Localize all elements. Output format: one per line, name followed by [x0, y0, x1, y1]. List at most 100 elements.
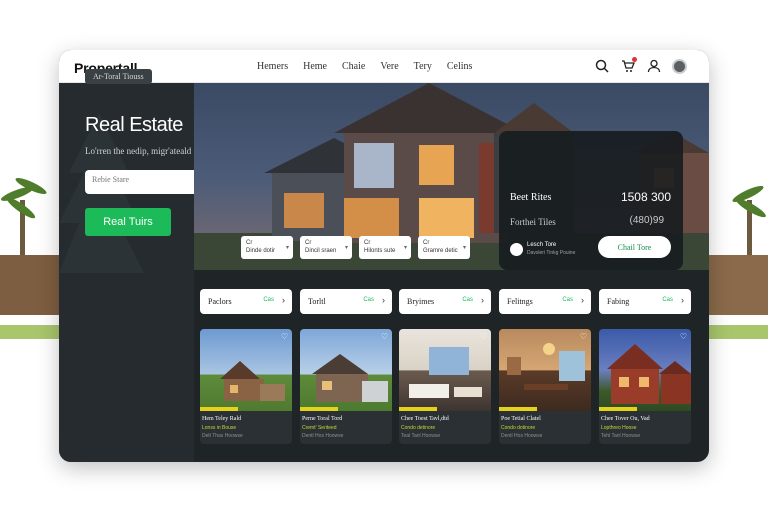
listing-card[interactable]: ♡ Hem Teley Rald Lonss in Bouse Delt Tha… — [200, 329, 292, 444]
category-label: Bryimes — [407, 297, 435, 306]
nav-item[interactable]: Celins — [447, 61, 473, 72]
category-chip[interactable]: Torltl Cas › — [300, 289, 392, 314]
nav-item[interactable]: Chaie — [342, 61, 365, 72]
listing-price: Cremt' Seriteed — [302, 425, 337, 431]
chevron-right-icon: › — [481, 295, 484, 305]
listing-price: Lopthreo Hoose — [601, 425, 637, 431]
listing-photo — [399, 329, 491, 411]
category-sub: Cas — [363, 297, 374, 303]
category-chip[interactable]: Paclors Cas › — [200, 289, 292, 314]
listing-photo — [200, 329, 292, 411]
category-label: Paclors — [208, 297, 232, 306]
listing-price: Condo dotinore — [501, 425, 536, 431]
listing-photo — [300, 329, 392, 411]
hero-pill: Ar-Toral Tiouss — [85, 69, 152, 84]
background-lawn-right — [709, 325, 768, 339]
nav-item[interactable]: Vere — [380, 61, 398, 72]
nav-item[interactable]: Hemers — [257, 61, 288, 72]
filter-chip-label: Cr — [305, 240, 312, 246]
background-lawn-left — [0, 325, 60, 339]
category-sub: Cas — [662, 297, 673, 303]
listing-title: Poe Tetial Clatel — [501, 416, 541, 422]
nav-item[interactable]: Tery — [414, 61, 432, 72]
listing-meta: Teal Tanl Hoowse — [401, 433, 441, 439]
background-house-right — [709, 255, 768, 315]
heart-icon[interactable]: ♡ — [580, 332, 587, 341]
hero-subtitle: Lo'rren the nedip, migr'ateald — [85, 146, 192, 156]
listing-meta: Dentl Hos Hoowse — [302, 433, 344, 439]
hero-title: Real Estate — [85, 114, 183, 136]
agent-info: Lesch Tore Davsleri Tinkg Pouine — [510, 241, 592, 259]
user-icon[interactable] — [646, 58, 662, 74]
filter-chip-label: Cr — [423, 240, 430, 246]
chevron-down-icon: ▾ — [344, 245, 348, 251]
listing-title: Hem Teley Rald — [202, 416, 242, 422]
filter-chip[interactable]: Cr Dincil sraen ▾ — [300, 236, 352, 259]
filter-chip-label: Cr — [364, 240, 371, 246]
listing-title: Perne Toral Tord — [302, 416, 343, 422]
filter-chip-value: Dincil sraen — [305, 248, 337, 254]
chevron-right-icon: › — [581, 295, 584, 305]
category-chip[interactable]: Felitngs Cas › — [499, 289, 591, 314]
chevron-right-icon: › — [282, 295, 285, 305]
category-label: Torltl — [308, 297, 326, 306]
heart-icon[interactable]: ♡ — [381, 332, 388, 341]
stat-label: Forthei Tiles — [510, 217, 556, 227]
highlight-bar — [599, 407, 637, 411]
top-navbar: Propertall Hemers Heme Chaie Vere Tery C… — [59, 50, 709, 83]
listing-photo — [499, 329, 591, 411]
filter-chip-value: Hilonts sute — [364, 248, 396, 254]
category-label: Fabing — [607, 297, 630, 306]
filter-chip[interactable]: Cr Gramre detic ▾ — [418, 236, 470, 259]
listing-card[interactable]: ♡ Perne Toral Tord Cremt' Seriteed Dentl… — [300, 329, 392, 444]
contact-button[interactable]: Chail Tore — [598, 236, 671, 258]
filter-chip-value: Gramre detic — [423, 248, 458, 254]
agent-icon — [510, 243, 523, 256]
heart-icon[interactable]: ♡ — [281, 332, 288, 341]
highlight-bar — [200, 407, 238, 411]
chevron-right-icon: › — [681, 295, 684, 305]
search-input[interactable] — [92, 175, 192, 184]
highlight-bar — [499, 407, 537, 411]
hero-left-panel — [59, 83, 194, 462]
chevron-down-icon: ▾ — [403, 245, 407, 251]
listing-price: Lonss in Bouse — [202, 425, 237, 431]
app-window: Propertall Hemers Heme Chaie Vere Tery C… — [59, 50, 709, 462]
listing-card[interactable]: ♡ Chee Tover Ou, Vad Lopthreo Hoose Tehl… — [599, 329, 691, 444]
category-chip[interactable]: Bryimes Cas › — [399, 289, 491, 314]
chevron-right-icon: › — [382, 295, 385, 305]
listing-meta: Delt Thas Hoowse — [202, 433, 243, 439]
heart-icon[interactable]: ♡ — [480, 332, 487, 341]
listing-meta: Dentl Hos Hoowse — [501, 433, 543, 439]
listing-meta: Tehl Tanl Hoowse — [601, 433, 641, 439]
filter-chip[interactable]: Cr Dinde dotir ▾ — [241, 236, 293, 259]
chevron-down-icon: ▾ — [462, 245, 466, 251]
main-nav: Hemers Heme Chaie Vere Tery Celins — [257, 61, 487, 72]
stat-label: Beet Rites — [510, 192, 552, 203]
cart-icon[interactable] — [620, 57, 637, 74]
listing-card[interactable]: ♡ Chee Toest Tavl,dtd Condo detinore Tea… — [399, 329, 491, 444]
heart-icon[interactable]: ♡ — [680, 332, 687, 341]
category-sub: Cas — [263, 297, 274, 303]
highlight-bar — [300, 407, 338, 411]
listing-title: Chee Tover Ou, Vad — [601, 416, 650, 422]
category-sub: Cas — [562, 297, 573, 303]
listing-title: Chee Toest Tavl,dtd — [401, 416, 449, 422]
stat-value: (480)99 — [629, 215, 664, 226]
search-icon[interactable] — [594, 58, 610, 74]
chevron-down-icon: ▾ — [285, 245, 289, 251]
highlight-bar — [399, 407, 437, 411]
listing-card[interactable]: ♡ Poe Tetial Clatel Condo dotinore Dentl… — [499, 329, 591, 444]
avatar[interactable] — [672, 58, 687, 74]
nav-item[interactable]: Heme — [303, 61, 327, 72]
filter-chip-label: Cr — [246, 240, 253, 246]
stats-card: Beet Rites 1508 300 Forthei Tiles (480)9… — [499, 131, 683, 270]
cta-button[interactable]: Real Tuirs — [85, 208, 171, 236]
filter-chip[interactable]: Cr Hilonts sute ▾ — [359, 236, 411, 259]
top-icons — [594, 57, 687, 74]
listing-photo — [599, 329, 691, 411]
category-sub: Cas — [462, 297, 473, 303]
notification-badge — [632, 57, 637, 62]
category-chip[interactable]: Fabing Cas › — [599, 289, 691, 314]
stat-value: 1508 300 — [620, 190, 671, 204]
